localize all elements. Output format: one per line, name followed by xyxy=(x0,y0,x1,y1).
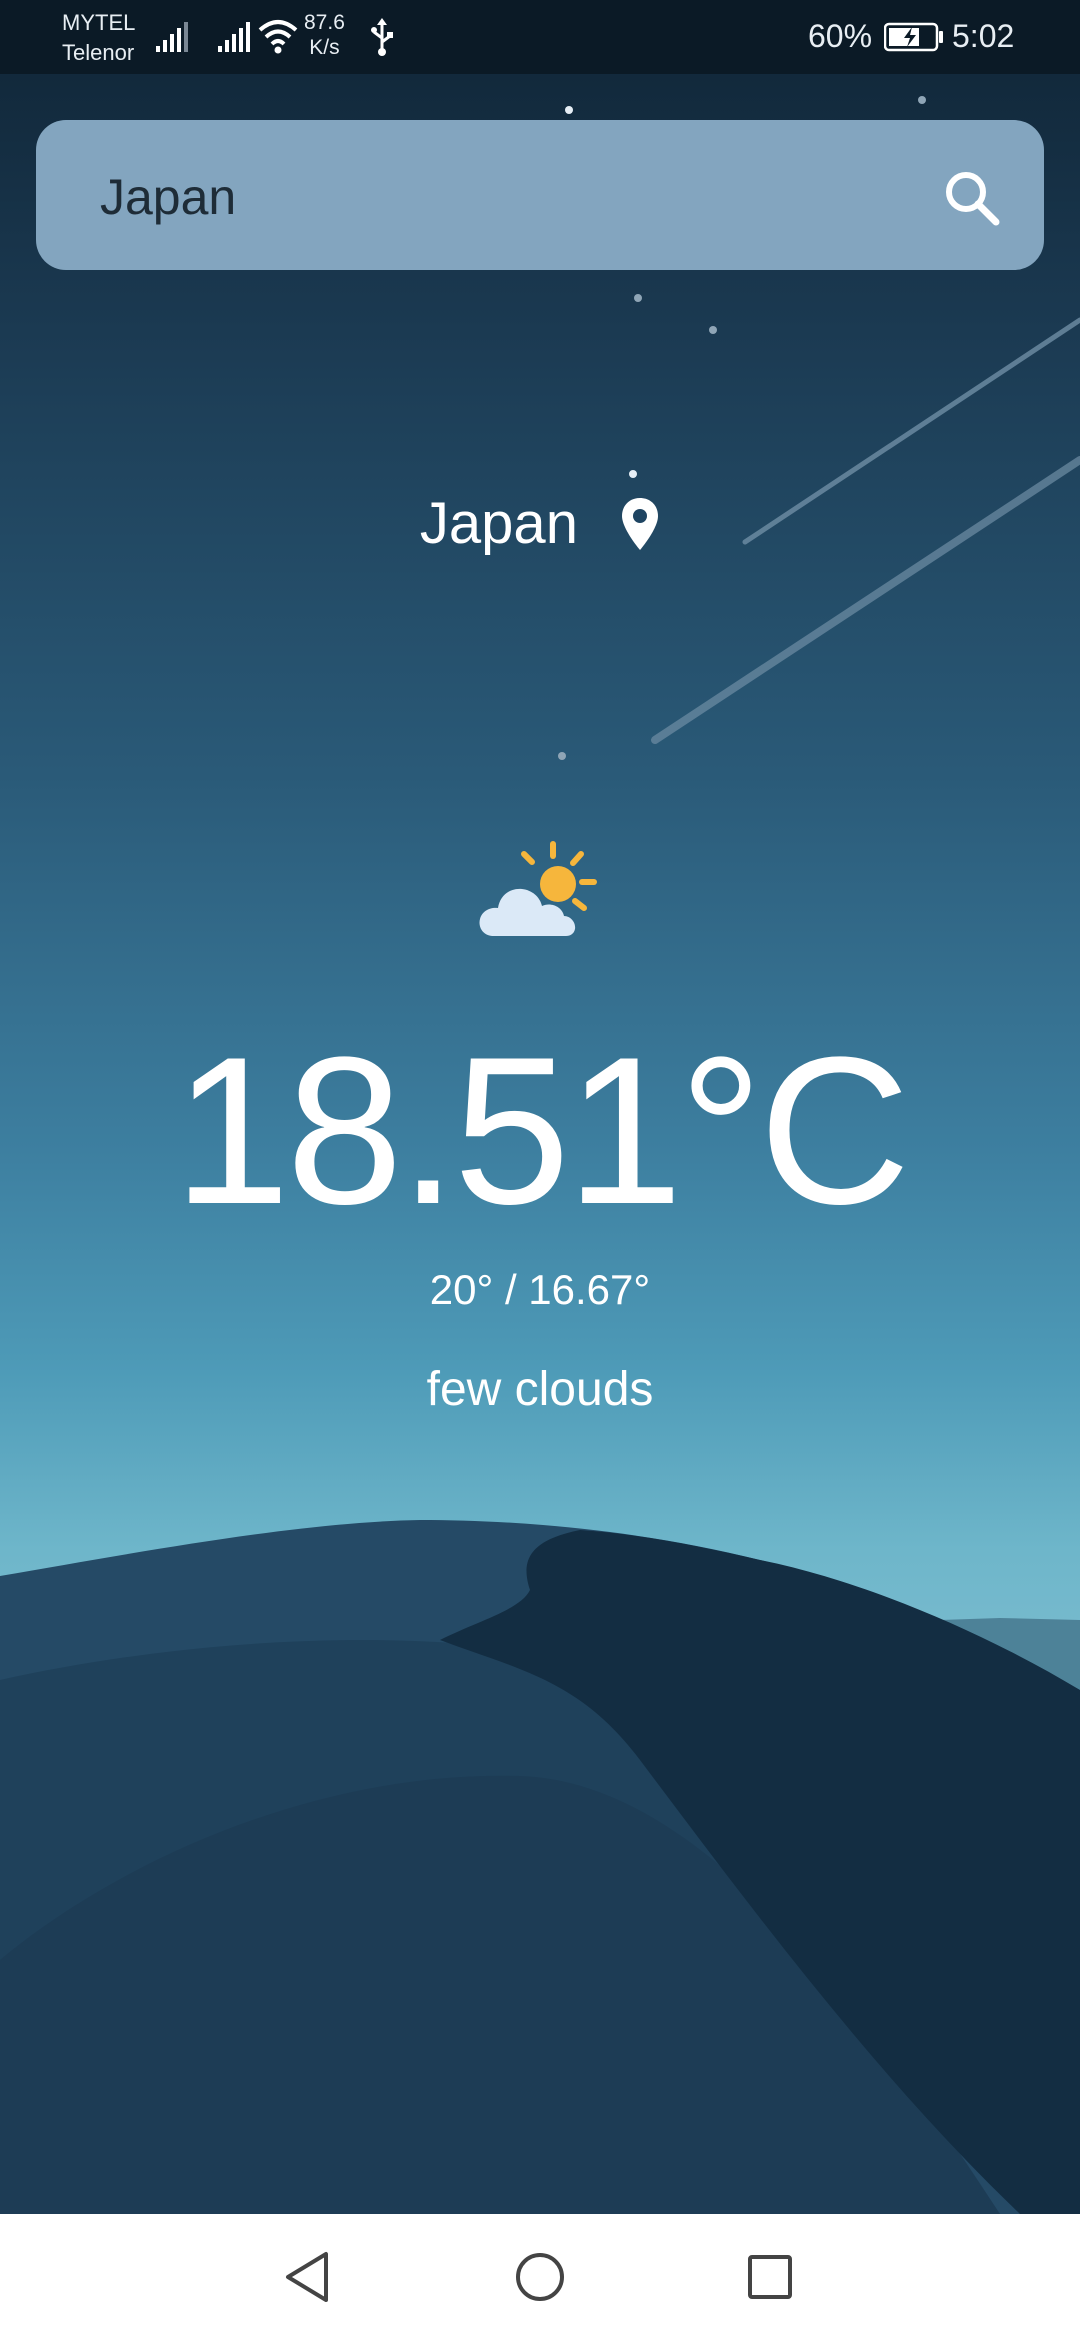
temperature: 18.51°C xyxy=(173,1013,910,1248)
wifi-icon xyxy=(258,20,298,54)
location-header: Japan xyxy=(0,486,1080,557)
signal-icon xyxy=(218,22,250,52)
weather-description: few clouds xyxy=(426,1363,654,1416)
usb-icon xyxy=(371,18,393,56)
speed-unit: K/s xyxy=(309,36,340,59)
clock: 5:02 xyxy=(952,18,1015,54)
app-screen: MYTEL Telenor 87.6 K/s 60% 5:02 Japan Ja… xyxy=(0,0,1080,2214)
location-name: Japan xyxy=(419,491,578,557)
search-icon[interactable] xyxy=(942,168,1002,228)
recent-square-icon[interactable] xyxy=(737,2244,803,2310)
carrier-labels: MYTEL Telenor xyxy=(62,8,135,68)
carrier-1: MYTEL xyxy=(62,10,136,35)
home-circle-icon[interactable] xyxy=(507,2244,573,2310)
temperature-range: 20° / 16.67° xyxy=(429,1266,651,1313)
search-bar[interactable]: Japan xyxy=(36,120,1044,270)
battery-icon xyxy=(884,22,943,52)
speed-value: 87.6 xyxy=(304,11,345,34)
partly-cloudy-icon xyxy=(479,841,597,936)
network-speed: 87.6 K/s xyxy=(304,10,345,60)
status-bar: MYTEL Telenor 87.6 K/s 60% 5:02 xyxy=(0,0,1080,74)
battery-percent: 60% xyxy=(808,18,873,54)
back-triangle-icon[interactable] xyxy=(276,2244,342,2310)
navigation-bar xyxy=(0,2214,1080,2340)
carrier-2: Telenor xyxy=(62,40,135,65)
location-pin-icon xyxy=(622,497,659,550)
search-input[interactable]: Japan xyxy=(100,168,236,226)
dune-landscape xyxy=(0,1520,1080,2214)
signal-icon xyxy=(156,22,188,52)
